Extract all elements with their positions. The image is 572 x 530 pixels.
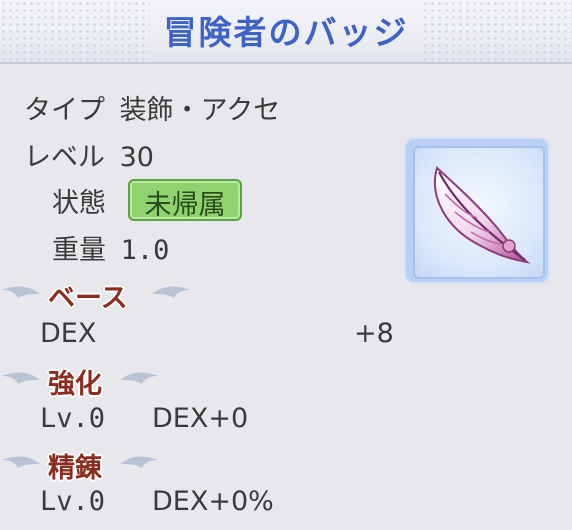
state-value: 未帰属 xyxy=(144,190,226,221)
base-heading: ベース xyxy=(48,283,128,314)
level-row: レベル 30 xyxy=(24,135,154,174)
refine-heading: 精錬 xyxy=(48,453,102,484)
refine-level: Lv.0 xyxy=(40,486,106,517)
base-stat-value: +8 xyxy=(354,318,394,349)
state-label: 状態 xyxy=(52,188,106,219)
base-section-header: ベース xyxy=(0,276,200,314)
enhance-section-header: 強化 xyxy=(0,362,200,400)
enhance-bonus: DEX+0 xyxy=(152,403,249,434)
title-bar: 冒険者のバッジ xyxy=(0,0,572,64)
refine-section-header: 精錬 xyxy=(0,446,200,484)
status-badge: 未帰属 xyxy=(128,179,242,221)
level-value: 30 xyxy=(119,142,154,173)
item-icon-slot xyxy=(413,146,545,279)
item-icon-frame[interactable] xyxy=(404,137,550,284)
type-label: タイプ xyxy=(24,95,105,126)
base-stat-name: DEX xyxy=(40,318,97,349)
type-value: 装飾・アクセ xyxy=(119,95,281,126)
wing-left-icon xyxy=(2,456,40,468)
wing-left-icon xyxy=(2,372,40,384)
enhance-heading: 強化 xyxy=(48,369,102,400)
feather-icon xyxy=(433,166,531,264)
enhance-level: Lv.0 xyxy=(40,403,106,434)
wing-left-icon xyxy=(2,286,40,298)
weight-row: 重量 1.0 xyxy=(52,228,169,267)
level-label: レベル xyxy=(24,142,105,173)
weight-label: 重量 xyxy=(52,235,106,266)
item-title: 冒険者のバッジ xyxy=(163,13,409,52)
weight-value: 1.0 xyxy=(120,235,170,266)
type-row: タイプ 装飾・アクセ xyxy=(24,88,280,127)
wing-right-icon xyxy=(152,286,190,298)
refine-bonus: DEX+0% xyxy=(152,486,274,517)
wing-right-icon xyxy=(120,372,158,384)
wing-right-icon xyxy=(120,456,158,468)
